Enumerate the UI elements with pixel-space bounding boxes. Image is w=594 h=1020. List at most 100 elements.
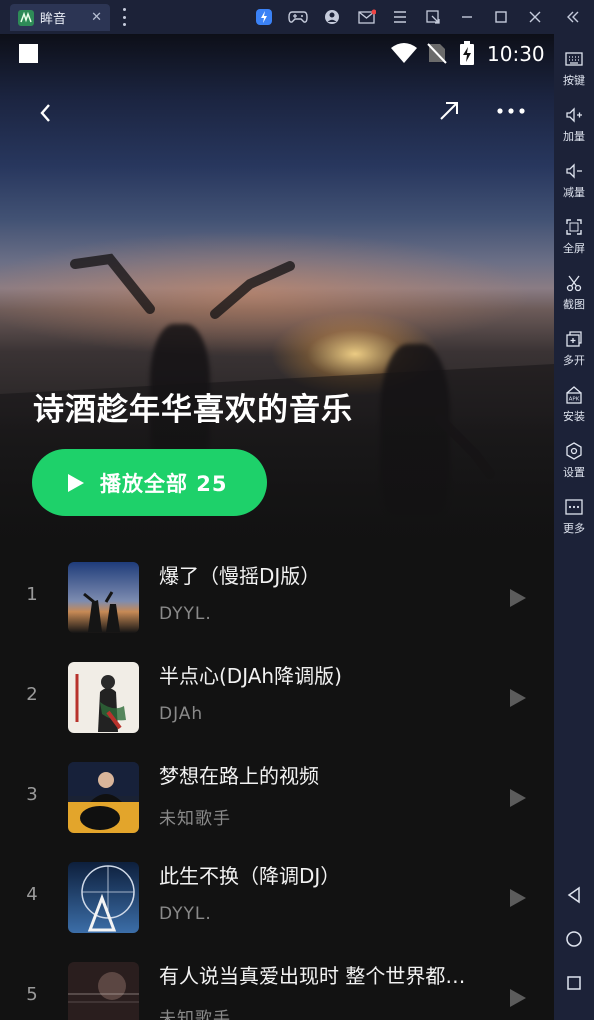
song-title: 半点心(DJAh降调版) <box>159 664 342 688</box>
app-logo-icon <box>18 9 34 26</box>
account-icon[interactable] <box>322 7 342 27</box>
side-item-label: 加量 <box>563 130 585 143</box>
play-all-label: 播放全部 25 <box>100 471 228 496</box>
side-item-settings[interactable]: 设置 <box>554 441 594 480</box>
play-icon <box>68 473 84 492</box>
song-play-button[interactable] <box>506 986 530 1010</box>
side-item-label: 安装 <box>563 410 585 423</box>
close-window-icon[interactable] <box>525 7 545 27</box>
more-options-button[interactable] <box>492 96 530 126</box>
tab-close-icon[interactable]: ✕ <box>91 10 102 25</box>
side-item-volume-up[interactable]: 加量 <box>554 105 594 144</box>
nav-back-triangle-icon <box>567 886 580 904</box>
tab-menu-icon[interactable] <box>120 8 128 26</box>
song-title: 有人说当真爱出现时 整个世界都… <box>159 964 466 988</box>
nav-home-button[interactable] <box>564 929 584 949</box>
song-row[interactable]: 3 梦想在路上的视频 未知歌手 <box>0 758 554 858</box>
notification-square-icon <box>19 44 38 63</box>
song-index: 2 <box>26 684 38 705</box>
menu-icon[interactable] <box>390 7 410 27</box>
nav-recents-square-icon <box>567 976 581 990</box>
song-row[interactable]: 2 半点心(DJAh降调版) DJAh <box>0 658 554 758</box>
song-title: 爆了（慢摇DJ版） <box>159 564 321 588</box>
volume-up-icon <box>566 107 582 123</box>
song-artist: 未知歌手 <box>159 809 231 829</box>
emulator-title-bar: 眸音 ✕ <box>0 0 594 34</box>
multi-instance-icon <box>566 331 582 347</box>
minimize-icon[interactable] <box>457 7 477 27</box>
side-item-label: 全屏 <box>563 242 585 255</box>
nav-recents-button[interactable] <box>564 973 584 993</box>
song-artist: DYYL. <box>159 604 212 624</box>
song-artist: 未知歌手 <box>159 1009 231 1020</box>
song-row[interactable]: 5 有人说当真爱出现时 整个世界都… 未知歌手 <box>0 958 554 1020</box>
nav-home-circle-icon <box>566 931 582 947</box>
song-title: 此生不换（降调DJ） <box>159 864 341 888</box>
no-sim-icon <box>427 42 447 68</box>
share-arrow-icon <box>440 102 458 120</box>
playlist-title: 诗酒趁年华喜欢的音乐 <box>33 392 353 428</box>
tab-title: 眸音 <box>40 12 67 27</box>
song-row[interactable]: 4 此生不换（降调DJ） DYYL. <box>0 858 554 958</box>
song-cover-art <box>68 562 139 633</box>
song-play-button[interactable] <box>506 786 530 810</box>
song-index: 4 <box>26 884 38 905</box>
volume-down-icon <box>566 163 582 179</box>
emulator-side-panel: 按键 加量 减量 全屏 截图 多开 APK 安装 设置 更多 <box>554 34 594 1020</box>
maximize-icon[interactable] <box>491 7 511 27</box>
phone-screen: 10:30 诗酒趁年华喜欢的音乐 播放全部 25 1 爆了（慢摇DJ版） DYY… <box>0 34 554 1020</box>
side-item-multi-instance[interactable]: 多开 <box>554 329 594 368</box>
gamepad-icon[interactable] <box>288 7 308 27</box>
song-artist: DJAh <box>159 704 204 724</box>
popout-icon[interactable] <box>423 7 443 27</box>
battery-charging-icon <box>459 41 475 69</box>
nav-back-button[interactable] <box>564 885 584 905</box>
song-list: 1 爆了（慢摇DJ版） DYYL. 2 半点心(DJAh降调版) DJAh 3 <box>0 558 554 1020</box>
side-item-label: 减量 <box>563 186 585 199</box>
status-bar: 10:30 <box>0 34 554 72</box>
keyboard-icon <box>565 52 583 66</box>
back-arrow-icon <box>40 104 50 122</box>
apk-badge: APK <box>569 397 580 403</box>
side-item-volume-down[interactable]: 减量 <box>554 161 594 200</box>
status-time: 10:30 <box>487 42 545 66</box>
song-index: 3 <box>26 784 38 805</box>
play-icon <box>510 689 526 707</box>
more-dots-icon <box>497 108 525 114</box>
apk-install-icon: APK <box>566 386 582 404</box>
play-icon <box>510 989 526 1007</box>
mail-icon[interactable] <box>357 7 377 27</box>
collapse-sidebar-icon[interactable] <box>563 7 583 27</box>
settings-icon <box>566 442 582 460</box>
song-cover-art <box>68 962 139 1020</box>
song-play-button[interactable] <box>506 586 530 610</box>
song-artist: DYYL. <box>159 904 212 924</box>
play-icon <box>510 789 526 807</box>
app-tab[interactable]: 眸音 ✕ <box>10 4 110 31</box>
song-cover-art <box>68 662 139 733</box>
share-button[interactable] <box>432 94 466 128</box>
play-icon <box>510 589 526 607</box>
side-item-more[interactable]: 更多 <box>554 497 594 536</box>
play-all-button[interactable]: 播放全部 25 <box>32 449 267 516</box>
song-row[interactable]: 1 爆了（慢摇DJ版） DYYL. <box>0 558 554 658</box>
song-play-button[interactable] <box>506 686 530 710</box>
back-button[interactable] <box>30 98 60 128</box>
boost-icon[interactable] <box>254 7 274 27</box>
song-index: 1 <box>26 584 38 605</box>
side-item-label: 按键 <box>563 74 585 87</box>
side-item-label: 设置 <box>563 466 585 479</box>
wifi-icon <box>390 42 418 68</box>
song-title: 梦想在路上的视频 <box>159 764 319 788</box>
side-item-install-apk[interactable]: APK 安装 <box>554 385 594 424</box>
song-index: 5 <box>26 984 38 1005</box>
side-item-keyboard[interactable]: 按键 <box>554 49 594 88</box>
song-play-button[interactable] <box>506 886 530 910</box>
fullscreen-icon <box>566 219 582 235</box>
side-item-screenshot[interactable]: 截图 <box>554 273 594 312</box>
side-item-label: 截图 <box>563 298 585 311</box>
scissors-icon <box>566 275 582 292</box>
side-item-fullscreen[interactable]: 全屏 <box>554 217 594 256</box>
side-item-label: 多开 <box>563 354 585 367</box>
more-icon <box>565 499 583 515</box>
